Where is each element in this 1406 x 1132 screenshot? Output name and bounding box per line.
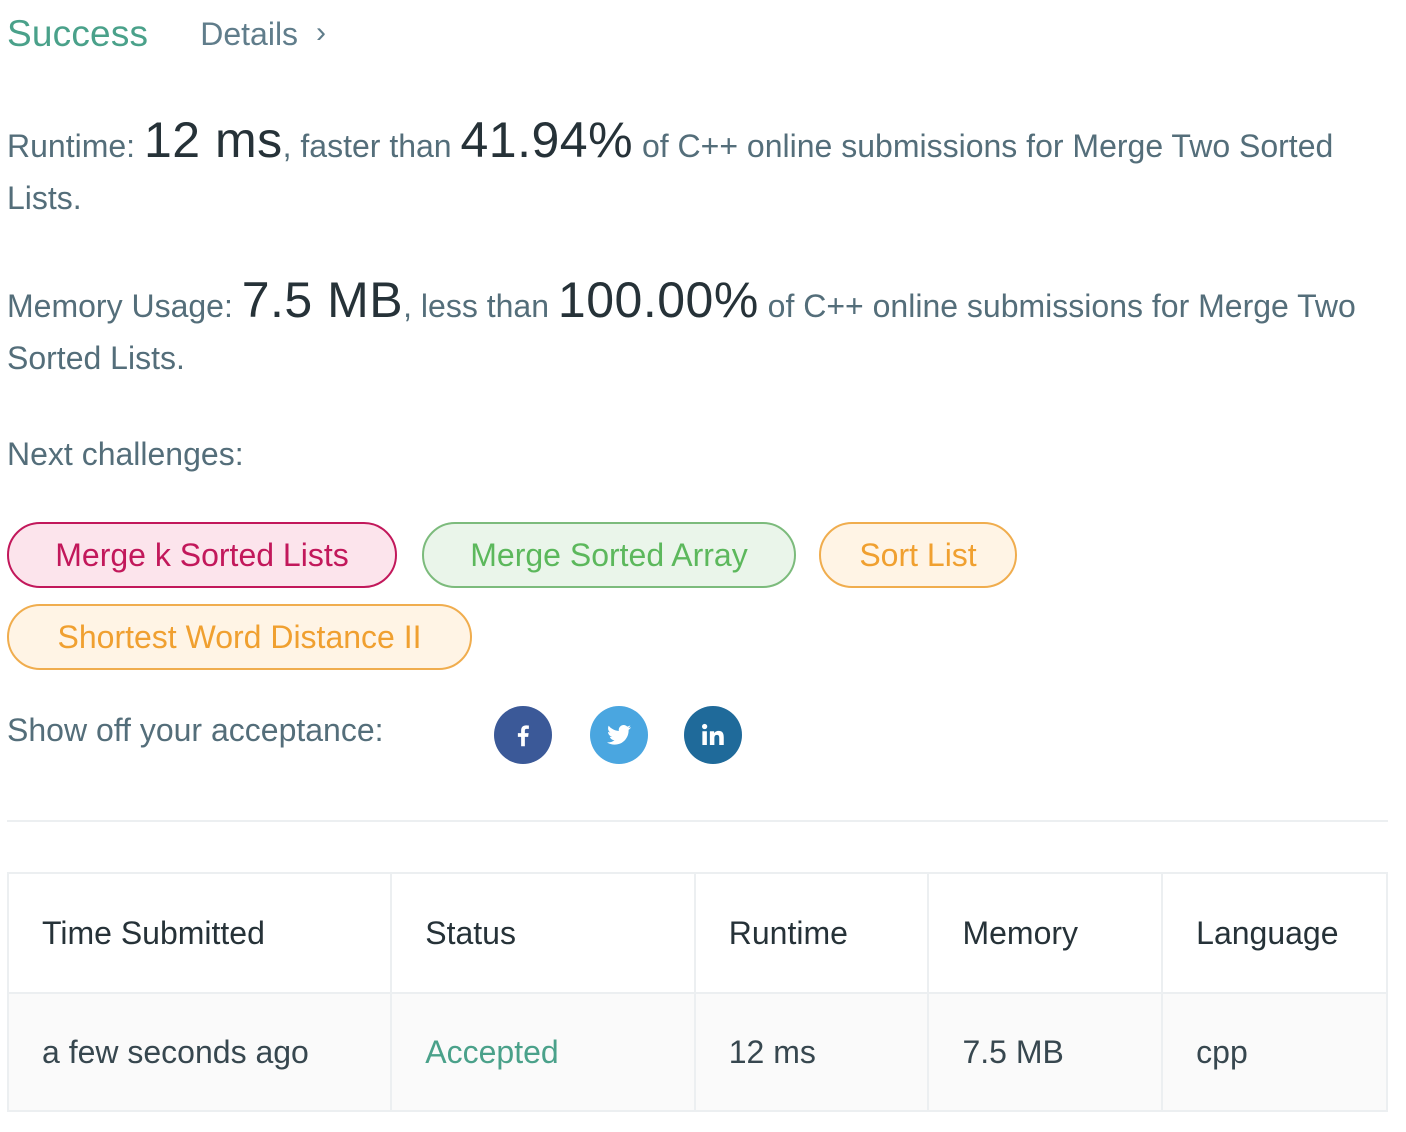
linkedin-share-button[interactable] bbox=[684, 706, 742, 764]
submissions-table: Time Submitted Status Runtime Memory Lan… bbox=[6, 872, 1388, 1112]
section-divider bbox=[7, 820, 1388, 822]
facebook-share-button[interactable] bbox=[494, 706, 552, 764]
memory-percentile: 100.00% bbox=[557, 272, 759, 328]
column-header-memory: Memory bbox=[927, 872, 1164, 994]
details-label: Details bbox=[200, 15, 299, 52]
status-title: Success bbox=[7, 13, 149, 54]
cell-time-submitted: a few seconds ago bbox=[6, 992, 393, 1112]
memory-value: 7.5 MB bbox=[241, 272, 404, 328]
cell-runtime: 12 ms bbox=[693, 992, 930, 1112]
memory-label: Memory Usage: bbox=[7, 288, 233, 324]
challenge-merge-k-sorted-lists[interactable]: Merge k Sorted Lists bbox=[7, 522, 397, 588]
challenge-sort-list[interactable]: Sort List bbox=[819, 522, 1017, 588]
memory-mid-text: , less than bbox=[403, 288, 549, 324]
runtime-mid-text: , faster than bbox=[282, 128, 452, 164]
cell-language: cpp bbox=[1161, 992, 1388, 1112]
linkedin-icon bbox=[702, 723, 724, 745]
challenge-shortest-word-distance-ii[interactable]: Shortest Word Distance II bbox=[7, 604, 472, 670]
details-link[interactable]: Details › bbox=[200, 16, 326, 53]
share-label: Show off your acceptance: bbox=[7, 712, 384, 748]
cell-memory: 7.5 MB bbox=[927, 992, 1164, 1112]
twitter-share-button[interactable] bbox=[590, 706, 648, 764]
submission-result-page: Success Details › Runtime: 12 ms, faster… bbox=[0, 0, 1406, 1132]
facebook-icon bbox=[517, 725, 529, 747]
memory-summary: Memory Usage: 7.5 MB, less than 100.00% … bbox=[7, 274, 1399, 384]
next-challenges-label: Next challenges: bbox=[7, 436, 244, 472]
result-header: Success Details › bbox=[7, 10, 326, 58]
table-header-row: Time Submitted Status Runtime Memory Lan… bbox=[6, 872, 1388, 994]
column-header-time-submitted: Time Submitted bbox=[6, 872, 393, 994]
challenge-merge-sorted-array[interactable]: Merge Sorted Array bbox=[422, 522, 796, 588]
twitter-icon bbox=[607, 725, 631, 745]
column-header-status: Status bbox=[390, 872, 696, 994]
runtime-percentile: 41.94% bbox=[460, 112, 634, 168]
column-header-language: Language bbox=[1161, 872, 1388, 994]
runtime-value: 12 ms bbox=[143, 112, 283, 168]
runtime-summary: Runtime: 12 ms, faster than 41.94% of C+… bbox=[7, 114, 1399, 224]
table-row: a few seconds ago Accepted 12 ms 7.5 MB … bbox=[6, 992, 1388, 1112]
runtime-label: Runtime: bbox=[7, 128, 136, 164]
column-header-runtime: Runtime bbox=[693, 872, 930, 994]
cell-status-link[interactable]: Accepted bbox=[390, 992, 696, 1112]
chevron-right-icon: › bbox=[316, 16, 327, 49]
